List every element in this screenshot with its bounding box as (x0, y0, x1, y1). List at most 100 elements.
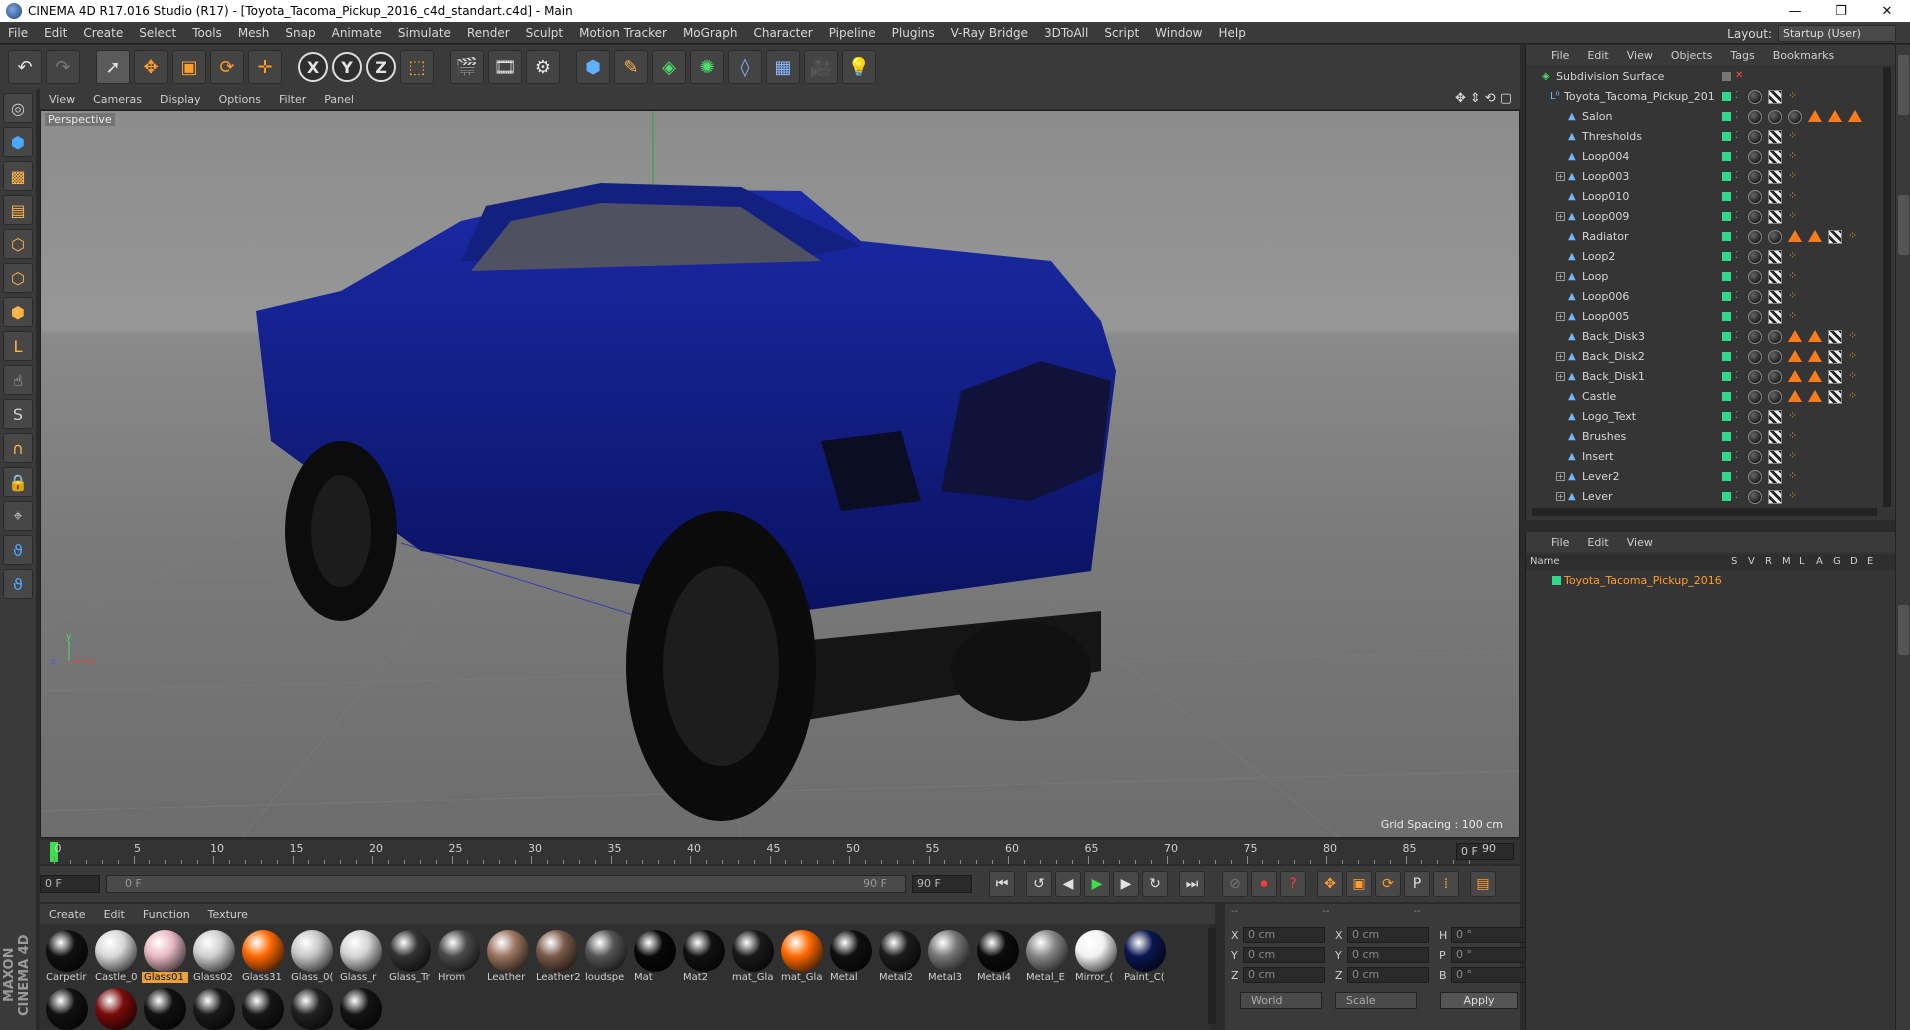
orbit-icon[interactable]: ⟲ (1485, 91, 1496, 106)
apply-button[interactable]: Apply (1440, 992, 1518, 1009)
object-row[interactable]: ▲ Salon ⁚ (1526, 107, 1886, 127)
material-tag-icon[interactable] (1748, 330, 1762, 344)
object-row[interactable]: ▲ Loop005 + ⁚ ⁘ (1526, 307, 1886, 327)
light-icon[interactable]: 💡 (842, 50, 876, 84)
uvw-tag-icon[interactable] (1828, 350, 1842, 364)
material-tag-icon[interactable] (1748, 250, 1762, 264)
editor-render-dots[interactable]: ⁚ (1735, 410, 1738, 421)
uvw-tag-icon[interactable] (1828, 390, 1842, 404)
zoom-icon[interactable]: ⇕ (1470, 91, 1481, 106)
material-swatch[interactable]: Glass02 (191, 928, 237, 983)
cube-object-icon[interactable]: ⬢ (576, 50, 610, 84)
material-menu-edit[interactable]: Edit (95, 908, 134, 921)
material-swatch[interactable]: Glass_0( (289, 928, 335, 983)
menu-script[interactable]: Script (1096, 26, 1147, 40)
menu-3dtoall[interactable]: 3DToAll (1036, 26, 1096, 40)
y-axis-lock-icon[interactable]: Y (332, 52, 362, 82)
coord-position-field[interactable]: 0 cm (1243, 927, 1325, 943)
editor-render-dots[interactable]: ⁚ (1735, 370, 1738, 381)
material-tag-icon[interactable] (1768, 330, 1782, 344)
menu-file[interactable]: File (0, 26, 36, 40)
phong-tag-icon[interactable] (1808, 390, 1822, 402)
visibility-swatch[interactable] (1722, 472, 1731, 481)
material-tag-icon[interactable] (1748, 210, 1762, 224)
menu-mograph[interactable]: MoGraph (675, 26, 746, 40)
coord-position-field[interactable]: 0 cm (1243, 947, 1325, 963)
material-tag-icon[interactable] (1748, 150, 1762, 164)
selection-tag-icon[interactable]: ⁘ (1788, 410, 1802, 424)
pan-icon[interactable]: ✥ (1455, 91, 1466, 106)
visibility-swatch[interactable] (1722, 332, 1731, 341)
selection-tag-icon[interactable]: ⁘ (1848, 330, 1862, 344)
uvw-tag-icon[interactable] (1768, 130, 1782, 144)
material-tag-icon[interactable] (1768, 350, 1782, 364)
material-tag-icon[interactable] (1768, 110, 1782, 124)
workplane-icon[interactable]: ▤ (3, 195, 33, 225)
editor-render-dots[interactable]: ⁚ (1735, 330, 1738, 341)
subdivision-surface-icon[interactable]: ◈ (652, 50, 686, 84)
disable-icon[interactable]: ✕ (1735, 70, 1743, 81)
layout-dropdown[interactable]: Startup (User) (1778, 25, 1896, 42)
visibility-swatch[interactable] (1722, 412, 1731, 421)
menu-window[interactable]: Window (1147, 26, 1210, 40)
material-swatch[interactable] (44, 986, 90, 1030)
editor-render-dots[interactable]: ⁚ (1735, 470, 1738, 481)
autokey-icon[interactable]: ? (1280, 871, 1306, 897)
selection-tag-icon[interactable]: ⁘ (1788, 270, 1802, 284)
material-swatch[interactable]: Metal_E (1024, 928, 1070, 983)
menu-sculpt[interactable]: Sculpt (518, 26, 571, 40)
object-row[interactable]: ▲ Loop + ⁚ ⁘ (1526, 267, 1886, 287)
object-row[interactable]: ◈ Subdivision Surface ✕ (1526, 67, 1886, 87)
layers-tab[interactable] (1898, 605, 1909, 655)
material-tag-icon[interactable] (1748, 230, 1762, 244)
material-swatch[interactable] (338, 986, 384, 1030)
layer-row[interactable]: Toyota_Tacoma_Pickup_2016 (1526, 572, 1896, 590)
material-swatch[interactable]: mat_Gla (730, 928, 776, 983)
selection-tag-icon[interactable]: ⁘ (1788, 290, 1802, 304)
viewport-menu-cameras[interactable]: Cameras (84, 93, 151, 106)
visibility-swatch[interactable] (1722, 392, 1731, 401)
object-row[interactable]: ▲ Logo_Text ⁚ ⁘ (1526, 407, 1886, 427)
timeline-ruler[interactable]: 0 F 0 5 10 15 20 25 30 35 40 45 50 55 60 65 70 75 80 85 90 (40, 840, 1520, 864)
uvw-tag-icon[interactable] (1768, 290, 1782, 304)
menu-v-ray-bridge[interactable]: V-Ray Bridge (943, 26, 1036, 40)
uvw-tag-icon[interactable] (1768, 470, 1782, 484)
material-tag-icon[interactable] (1748, 270, 1762, 284)
render-settings-icon[interactable]: ⚙ (526, 50, 560, 84)
editor-render-dots[interactable]: ⁚ (1735, 290, 1738, 301)
menu-plugins[interactable]: Plugins (884, 26, 943, 40)
key-position-icon[interactable]: ✥ (1317, 871, 1343, 897)
uvw-tag-icon[interactable] (1768, 170, 1782, 184)
uvw-tag-icon[interactable] (1828, 330, 1842, 344)
editor-render-dots[interactable]: ⁚ (1735, 270, 1738, 281)
expand-toggle-icon[interactable]: + (1556, 372, 1565, 381)
key-scale-icon[interactable]: ▣ (1346, 871, 1372, 897)
visibility-swatch[interactable] (1722, 272, 1731, 281)
play-icon[interactable]: ▶ (1084, 871, 1110, 897)
selection-tag-icon[interactable]: ⁘ (1788, 90, 1802, 104)
visibility-swatch[interactable] (1722, 92, 1731, 101)
object-row[interactable]: ▲ Lever2 + ⁚ ⁘ (1526, 467, 1886, 487)
visibility-swatch[interactable] (1722, 232, 1731, 241)
material-tag-icon[interactable] (1748, 170, 1762, 184)
end-frame-field[interactable]: 90 F (912, 875, 972, 893)
visibility-swatch[interactable] (1722, 452, 1731, 461)
visibility-swatch[interactable] (1722, 112, 1731, 121)
viewport-menu-display[interactable]: Display (151, 93, 210, 106)
material-swatch[interactable]: loudspe (583, 928, 629, 983)
phong-tag-icon[interactable] (1788, 230, 1802, 242)
visibility-swatch[interactable] (1722, 72, 1731, 81)
object-row[interactable]: ▲ Loop2 ⁚ ⁘ (1526, 247, 1886, 267)
polygons-mode-icon[interactable]: ⬢ (3, 297, 33, 327)
selection-tag-icon[interactable]: ⁘ (1788, 150, 1802, 164)
material-tag-icon[interactable] (1748, 310, 1762, 324)
material-swatch[interactable]: Leather (485, 928, 531, 983)
visibility-swatch[interactable] (1722, 252, 1731, 261)
rotate-tool-icon[interactable]: ⟳ (210, 50, 244, 84)
editor-render-dots[interactable]: ⁚ (1735, 230, 1738, 241)
phong-tag-icon[interactable] (1808, 350, 1822, 362)
phong-tag-icon[interactable] (1808, 230, 1822, 242)
uvw-tag-icon[interactable] (1768, 90, 1782, 104)
material-swatch[interactable]: Leather2 (534, 928, 580, 983)
object-menu-view[interactable]: View (1618, 49, 1662, 62)
